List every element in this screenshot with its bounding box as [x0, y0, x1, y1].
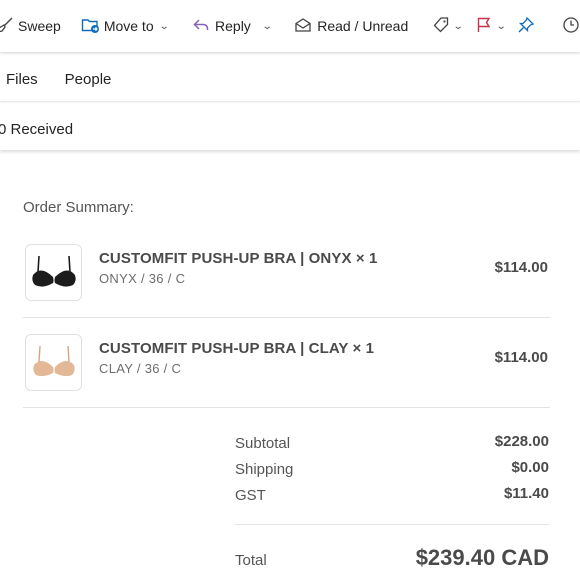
envelope-open-icon — [294, 16, 312, 37]
bra-icon — [32, 345, 75, 376]
reply-icon — [192, 16, 210, 37]
product-image — [25, 334, 82, 391]
gst-label: GST — [235, 487, 266, 504]
order-item: CUSTOMFIT PUSH-UP BRA | ONYX × 1 ONYX / … — [23, 226, 550, 316]
subtotal-value: $228.00 — [494, 433, 549, 450]
shipping-label: Shipping — [235, 461, 294, 478]
received-label: 0 Received — [0, 120, 74, 138]
pin-button[interactable] — [517, 10, 535, 42]
order-item: CUSTOMFIT PUSH-UP BRA | CLAY × 1 CLAY / … — [23, 316, 550, 406]
folder-move-icon — [81, 16, 100, 37]
attachment-tabs-bar: Files People — [0, 58, 580, 101]
categorize-button[interactable]: ⌄ — [432, 10, 464, 42]
snooze-button[interactable]: ⌄ — [562, 10, 580, 42]
tab-files[interactable]: Files — [6, 71, 38, 88]
sweep-button[interactable]: Sweep — [0, 10, 61, 42]
bra-icon — [31, 255, 76, 287]
product-variant: ONYX / 36 / C — [99, 271, 186, 286]
chevron-down-icon[interactable]: ⌄ — [453, 21, 464, 32]
total-divider — [235, 524, 549, 525]
chevron-down-icon[interactable]: ⌄ — [495, 21, 506, 32]
product-name[interactable]: CUSTOMFIT PUSH-UP BRA | CLAY × 1 — [99, 340, 374, 357]
read-unread-button[interactable]: Read / Unread — [294, 10, 408, 42]
read-unread-label: Read / Unread — [317, 18, 409, 34]
product-name[interactable]: CUSTOMFIT PUSH-UP BRA | ONYX × 1 — [99, 250, 377, 267]
total-value: $239.40 CAD — [415, 545, 549, 570]
product-variant: CLAY / 36 / C — [99, 361, 182, 376]
broom-icon — [0, 16, 14, 37]
reply-label: Reply — [215, 18, 251, 34]
pin-icon — [517, 16, 535, 37]
product-price: $114.00 — [494, 349, 548, 366]
flag-icon — [475, 16, 493, 37]
chevron-down-icon[interactable]: ⌄ — [262, 21, 273, 32]
gst-value: $11.40 — [503, 485, 549, 502]
tab-people[interactable]: People — [65, 71, 112, 88]
subtotal-label: Subtotal — [235, 435, 291, 452]
chevron-down-icon[interactable]: ⌄ — [158, 21, 169, 32]
move-to-label: Move to — [103, 18, 154, 34]
order-summary-title: Order Summary: — [23, 199, 134, 216]
tag-icon — [432, 16, 450, 37]
received-header: 0 Received — [0, 108, 580, 150]
product-image — [25, 244, 82, 301]
flag-button[interactable]: ⌄ — [475, 10, 506, 42]
total-label: Total — [235, 552, 267, 569]
product-price: $114.00 — [494, 259, 548, 276]
clock-icon — [562, 16, 580, 37]
command-toolbar: Sweep Move to ⌄ Reply ⌄ Read / Unread ⌄ — [0, 0, 580, 52]
item-divider — [23, 407, 550, 408]
shipping-value: $0.00 — [511, 459, 549, 476]
move-to-button[interactable]: Move to ⌄ — [81, 10, 169, 42]
reply-button[interactable]: Reply ⌄ — [192, 10, 273, 42]
sweep-label: Sweep — [18, 18, 61, 34]
